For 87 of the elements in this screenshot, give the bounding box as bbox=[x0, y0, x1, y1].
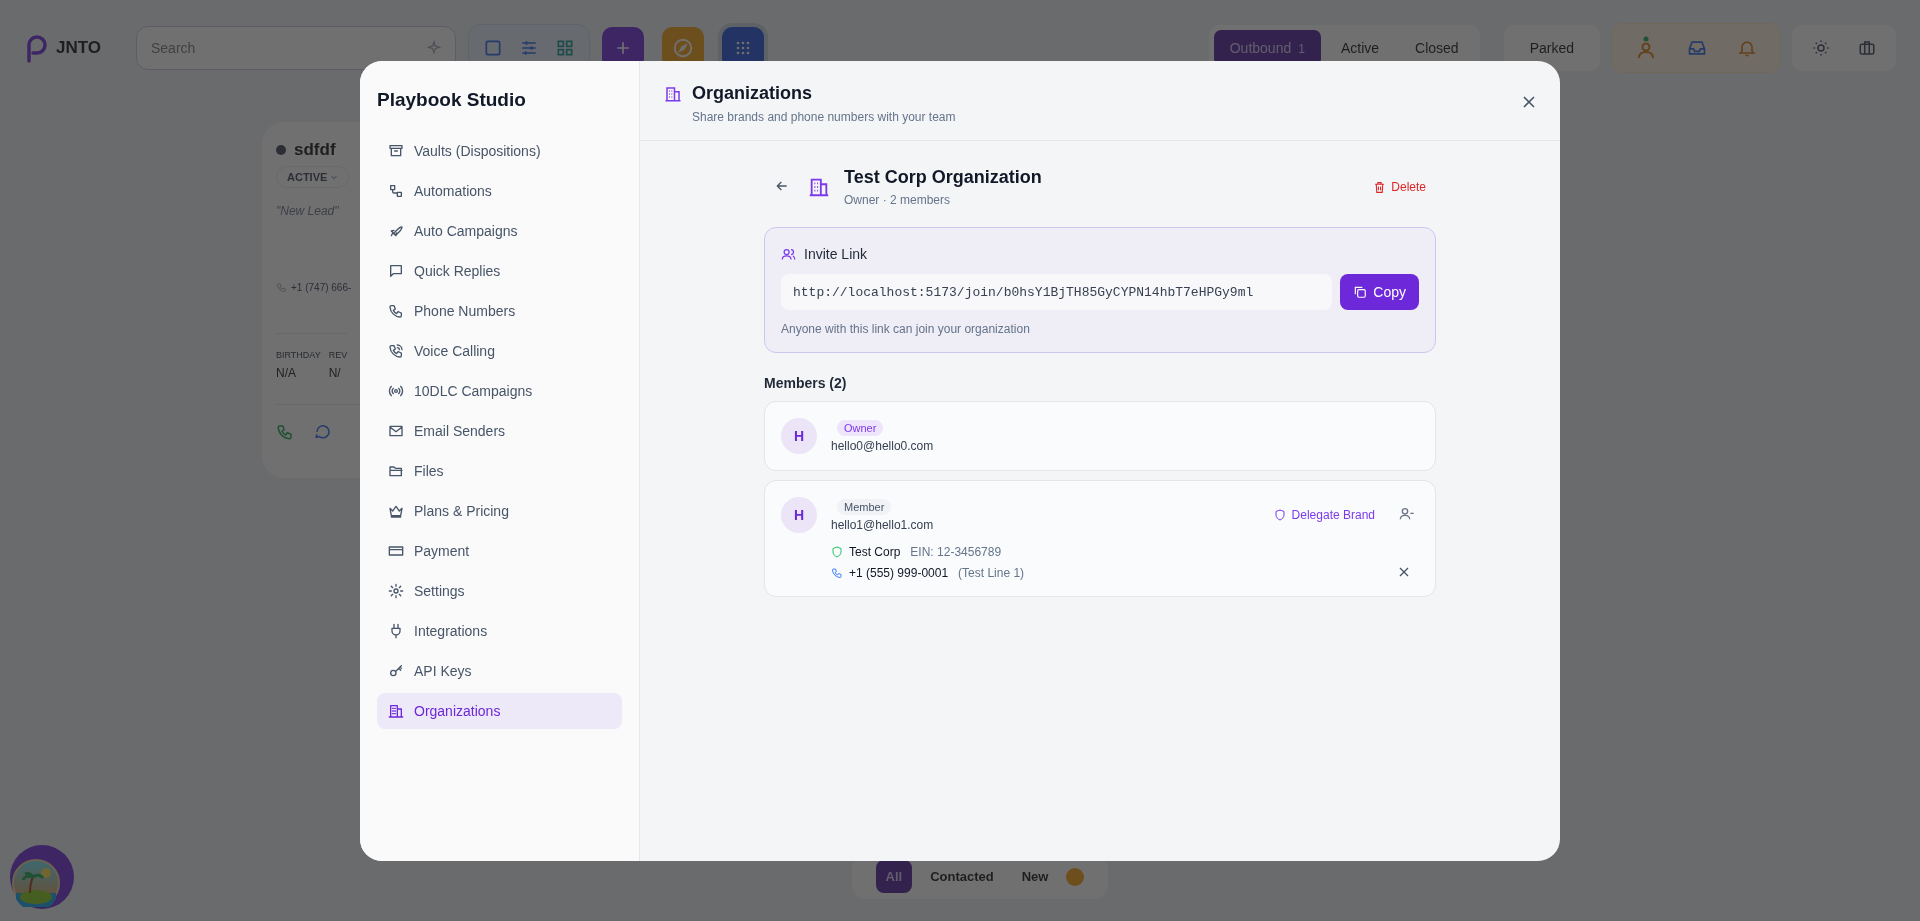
field-value: N/A bbox=[276, 366, 297, 380]
inbox-icon[interactable] bbox=[1687, 38, 1707, 58]
settings-icon bbox=[388, 583, 404, 599]
island-icon bbox=[12, 859, 60, 907]
members-heading: Members (2) bbox=[764, 375, 848, 391]
nav-item[interactable]: API Keys bbox=[377, 653, 622, 689]
chevron-down-icon bbox=[330, 173, 339, 181]
nav-item[interactable]: Settings bbox=[377, 573, 622, 609]
nav-item[interactable]: Files bbox=[377, 453, 622, 489]
nav-item[interactable]: Vaults (Dispositions) bbox=[377, 133, 622, 169]
brand-name: Test Corp bbox=[849, 545, 901, 559]
status-dot bbox=[276, 145, 286, 155]
count-dot-icon bbox=[1066, 867, 1085, 886]
nav-item[interactable]: Payment bbox=[377, 533, 622, 569]
nav-item[interactable]: Integrations bbox=[377, 613, 622, 649]
sliders-icon[interactable] bbox=[519, 38, 539, 58]
phone-icon bbox=[388, 303, 404, 319]
brand-ein: EIN: 12-3456789 bbox=[910, 545, 1002, 559]
nav-item[interactable]: Plans & Pricing bbox=[377, 493, 622, 529]
bell-icon[interactable] bbox=[1737, 38, 1757, 58]
delegate-brand-button[interactable]: Delegate Brand bbox=[1273, 508, 1375, 522]
users-icon bbox=[781, 246, 796, 262]
chat-icon bbox=[388, 263, 404, 279]
plug-icon bbox=[388, 623, 404, 639]
phone-icon bbox=[276, 282, 287, 293]
person-icon[interactable] bbox=[1635, 36, 1657, 60]
field-label: BIRTHDAY bbox=[276, 350, 321, 360]
nav-item[interactable]: Email Senders bbox=[377, 413, 622, 449]
square-icon[interactable] bbox=[483, 38, 503, 58]
nav-item[interactable]: Auto Campaigns bbox=[377, 213, 622, 249]
workflow-icon bbox=[388, 183, 404, 199]
key-icon bbox=[388, 663, 404, 679]
copy-icon bbox=[1353, 285, 1368, 299]
briefcase-icon[interactable] bbox=[1858, 39, 1876, 57]
member-email: hello1@hello1.com bbox=[831, 517, 934, 532]
nav-item[interactable]: Organizations bbox=[377, 693, 622, 729]
lead-phone: +1 (747) 666- bbox=[291, 282, 352, 293]
trash-icon bbox=[1373, 180, 1387, 194]
invite-note: Anyone with this link can join your organization bbox=[781, 322, 1031, 336]
phone-icon[interactable] bbox=[276, 423, 294, 441]
broadcast-icon bbox=[388, 383, 404, 399]
role-badge: Member bbox=[837, 498, 892, 515]
role-badge: Owner bbox=[837, 419, 884, 436]
member-email: hello0@hello0.com bbox=[831, 438, 934, 453]
building-icon bbox=[388, 703, 404, 719]
remove-user-icon[interactable] bbox=[1399, 505, 1415, 522]
credit-card-icon bbox=[388, 543, 404, 559]
rocket-icon bbox=[388, 223, 404, 239]
copy-button[interactable]: Copy bbox=[1340, 274, 1419, 310]
building-icon bbox=[808, 176, 830, 198]
folder-icon bbox=[388, 463, 404, 479]
shield-icon bbox=[831, 546, 843, 558]
field-label: REV bbox=[328, 350, 348, 360]
avatar: H bbox=[781, 497, 817, 533]
avatar: H bbox=[781, 418, 817, 454]
sun-icon[interactable] bbox=[1812, 39, 1830, 57]
sparkle-icon bbox=[426, 40, 442, 56]
compass-icon bbox=[672, 37, 694, 59]
phone-icon bbox=[831, 566, 843, 579]
field-value: N/ bbox=[328, 366, 342, 380]
crown-icon bbox=[388, 503, 404, 519]
nav-item[interactable]: Automations bbox=[377, 173, 622, 209]
nav-item[interactable]: Voice Calling bbox=[377, 333, 622, 369]
app-logo-text: JNTO bbox=[56, 38, 102, 58]
nav-item[interactable]: 10DLC Campaigns bbox=[377, 373, 622, 409]
phone-label: (Test Line 1) bbox=[958, 565, 1025, 580]
archive-icon bbox=[388, 143, 404, 159]
phone-number: +1 (555) 999-0001 bbox=[849, 565, 949, 580]
modal-title: Playbook Studio bbox=[377, 89, 527, 111]
building-icon bbox=[664, 85, 682, 103]
organization-name: Test Corp Organization bbox=[844, 167, 1043, 188]
close-icon[interactable] bbox=[1399, 567, 1409, 577]
delete-button[interactable]: Delete bbox=[1373, 180, 1426, 194]
grid-icon[interactable] bbox=[555, 38, 575, 58]
shield-icon bbox=[1273, 509, 1286, 521]
section-subtitle: Share brands and phone numbers with your team bbox=[692, 110, 957, 124]
nav-item[interactable]: Phone Numbers bbox=[377, 293, 622, 329]
nav-item[interactable]: Quick Replies bbox=[377, 253, 622, 289]
lead-name: sdfdf bbox=[294, 140, 336, 160]
chat-icon[interactable] bbox=[314, 423, 332, 441]
phone-call-icon bbox=[388, 343, 404, 359]
close-icon bbox=[1522, 95, 1536, 109]
mail-icon bbox=[388, 423, 404, 439]
invite-link-field[interactable]: http://localhost:5173/join/b0hsY1BjTH85GyCYPN14hbT7eHPGy9ml bbox=[781, 274, 1333, 310]
organization-meta: Owner · 2 members bbox=[844, 193, 952, 207]
invite-title: Invite Link bbox=[804, 246, 868, 262]
section-title: Organizations bbox=[692, 83, 813, 104]
